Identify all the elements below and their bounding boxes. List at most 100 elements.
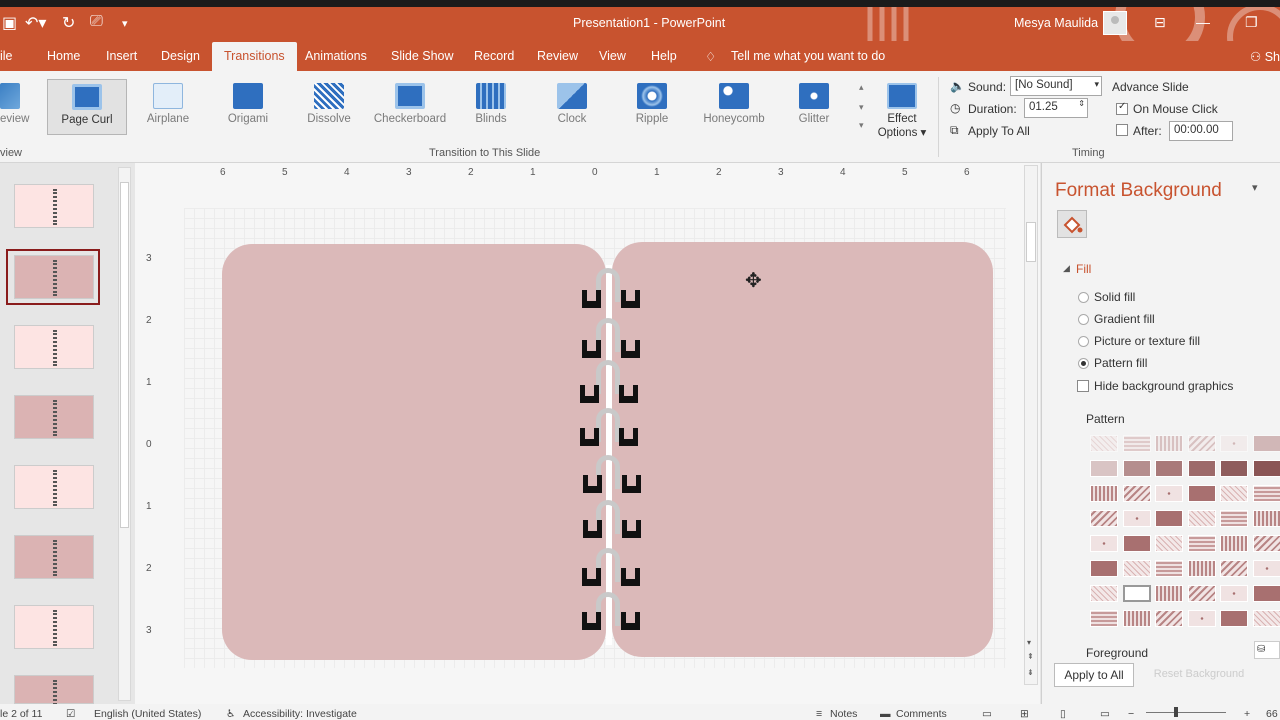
tab-transitions[interactable]: Transitions [212, 42, 297, 71]
pattern-swatch[interactable] [1155, 610, 1183, 627]
zoom-out-icon[interactable]: − [1128, 708, 1134, 720]
scroll-down-icon[interactable]: ▾ [1027, 638, 1031, 647]
pattern-swatch[interactable] [1122, 435, 1151, 452]
start-from-beginning-icon[interactable]: ⎚ [90, 13, 103, 31]
spellcheck-icon[interactable]: ☑ [66, 708, 75, 720]
notebook-right-page[interactable] [612, 242, 993, 657]
pattern-swatch[interactable] [1155, 585, 1183, 602]
save-icon[interactable]: ▣ [2, 13, 17, 33]
pattern-swatch[interactable] [1090, 560, 1118, 577]
pattern-swatch[interactable] [1155, 560, 1183, 577]
transition-glitter[interactable]: Glitter [796, 79, 832, 125]
tab-home[interactable]: Home [47, 49, 80, 63]
tab-file[interactable]: ile [0, 49, 13, 63]
apply-to-all-button[interactable]: Apply to All [1054, 663, 1134, 687]
pattern-swatch[interactable] [1155, 510, 1183, 527]
transition-ripple[interactable]: Ripple [632, 79, 672, 125]
restore-icon[interactable]: ❐ [1245, 14, 1258, 31]
reading-view-icon[interactable]: ▯ [1060, 708, 1066, 720]
pattern-fill-radio[interactable] [1078, 358, 1089, 369]
pattern-swatch[interactable] [1220, 535, 1248, 552]
scroll-thumb[interactable] [120, 182, 129, 528]
pattern-swatch[interactable] [1122, 510, 1151, 527]
canvas-scrollbar[interactable]: ▾ ⇞ ⇟ [1024, 165, 1038, 685]
undo-icon[interactable]: ↶▾ [25, 13, 46, 33]
gallery-up-icon[interactable]: ▴ [859, 82, 864, 93]
minimize-icon[interactable]: — [1196, 14, 1210, 30]
transition-page-curl[interactable]: Page Curl [47, 79, 127, 135]
tab-design[interactable]: Design [161, 49, 200, 63]
language-indicator[interactable]: English (United States) [94, 708, 201, 720]
pattern-swatch[interactable] [1155, 435, 1183, 452]
pattern-swatch[interactable] [1090, 460, 1118, 477]
pattern-swatch[interactable] [1252, 560, 1280, 577]
pattern-swatch[interactable] [1090, 435, 1118, 452]
pattern-swatch[interactable] [1090, 535, 1118, 552]
pattern-swatch[interactable] [1252, 460, 1280, 477]
previous-slide-icon[interactable]: ⇞ [1027, 652, 1034, 661]
gallery-down-icon[interactable]: ▾ [859, 102, 864, 113]
effect-options-button[interactable]: Effect Options ▾ [874, 79, 930, 139]
foreground-color-button[interactable]: ⛁ [1254, 641, 1280, 659]
ribbon-display-icon[interactable]: ⊟ [1154, 14, 1166, 31]
redo-icon[interactable]: ↻ [62, 13, 75, 33]
hide-background-checkbox[interactable] [1077, 380, 1089, 392]
notes-button[interactable]: Notes [830, 708, 857, 720]
after-checkbox[interactable] [1116, 124, 1128, 136]
pattern-swatch[interactable] [1187, 610, 1216, 627]
pattern-swatch[interactable] [1252, 510, 1280, 527]
transition-dissolve[interactable]: Dissolve [302, 79, 356, 125]
picture-fill-radio[interactable] [1078, 336, 1089, 347]
pattern-swatch[interactable] [1187, 435, 1216, 452]
pattern-swatch[interactable] [1220, 435, 1248, 452]
pattern-swatch[interactable] [1220, 460, 1248, 477]
pattern-swatch[interactable] [1122, 585, 1151, 602]
pattern-swatch[interactable] [1252, 585, 1280, 602]
pattern-swatch[interactable] [1220, 610, 1248, 627]
normal-view-icon[interactable]: ▭ [982, 708, 992, 720]
slide-thumbnail-8[interactable] [14, 675, 94, 716]
slideshow-view-icon[interactable]: ▭ [1100, 708, 1110, 720]
customize-qat-icon[interactable]: ▾ [122, 17, 128, 30]
pattern-swatch[interactable] [1187, 485, 1216, 502]
transition-blinds[interactable]: Blinds [470, 79, 512, 125]
transition-clock[interactable]: Clock [552, 79, 592, 125]
pane-options-icon[interactable]: ▾ [1252, 181, 1258, 194]
tab-view[interactable]: View [599, 49, 626, 63]
pattern-swatch[interactable] [1187, 585, 1216, 602]
on-mouse-click-checkbox[interactable]: ✓ [1116, 101, 1128, 115]
tab-insert[interactable]: Insert [106, 49, 137, 63]
pattern-swatch[interactable] [1122, 560, 1151, 577]
pattern-swatch[interactable] [1122, 535, 1151, 552]
pattern-swatch[interactable] [1090, 510, 1118, 527]
slide-thumbnail-4[interactable] [14, 395, 94, 439]
after-input[interactable]: 00:00.00 [1169, 121, 1233, 141]
pattern-swatch[interactable] [1252, 485, 1280, 502]
accessibility-status[interactable]: Accessibility: Investigate [243, 708, 357, 720]
pattern-swatch[interactable] [1090, 585, 1118, 602]
scroll-thumb[interactable] [1026, 222, 1036, 262]
slide-thumbnail-3[interactable] [14, 325, 94, 369]
tab-slide-show[interactable]: Slide Show [391, 49, 454, 63]
comments-button[interactable]: Comments [896, 708, 947, 720]
slide-sorter-icon[interactable]: ⊞ [1020, 708, 1029, 720]
pattern-swatch[interactable] [1252, 610, 1280, 627]
transition-origami[interactable]: Origami [222, 79, 274, 125]
pattern-swatch[interactable] [1187, 510, 1216, 527]
slide-thumbnail-6[interactable] [14, 535, 94, 579]
reset-background-button[interactable]: Reset Background [1144, 663, 1254, 687]
avatar[interactable] [1103, 11, 1127, 35]
share-button[interactable]: ⚇ Sh [1250, 49, 1280, 64]
apply-to-all-button[interactable]: Apply To All [968, 124, 1030, 138]
pattern-swatch[interactable] [1122, 610, 1151, 627]
pattern-swatch[interactable] [1090, 485, 1118, 502]
tab-record[interactable]: Record [474, 49, 514, 63]
pattern-swatch[interactable] [1155, 485, 1183, 502]
zoom-slider-thumb[interactable] [1174, 707, 1178, 717]
transition-airplane[interactable]: Airplane [140, 79, 196, 125]
pattern-swatch[interactable] [1220, 585, 1248, 602]
tab-review[interactable]: Review [537, 49, 578, 63]
gallery-more-icon[interactable]: ▾ [859, 120, 864, 131]
tell-me-search[interactable]: Tell me what you want to do [731, 49, 885, 63]
pattern-swatch[interactable] [1155, 460, 1183, 477]
